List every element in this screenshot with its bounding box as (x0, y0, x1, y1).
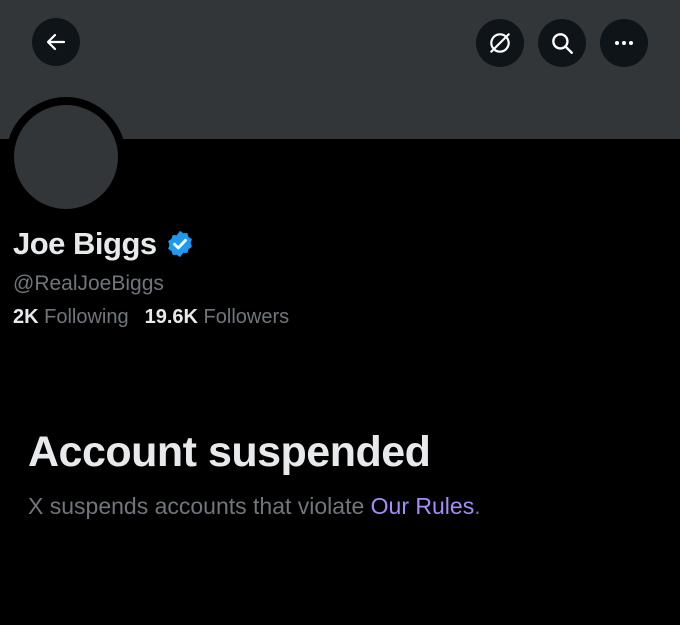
more-dots-icon (615, 41, 633, 45)
following-stat[interactable]: 2K Following (13, 306, 129, 329)
following-count: 2K (13, 306, 45, 328)
search-button[interactable] (538, 19, 586, 67)
search-icon (552, 33, 573, 54)
translate-toggle-button[interactable] (476, 19, 524, 67)
name-row: Joe Biggs (13, 226, 195, 262)
avatar[interactable] (14, 105, 118, 209)
suspended-message-end: . (474, 493, 481, 519)
display-name: Joe Biggs (13, 226, 157, 261)
followers-stat[interactable]: 19.6K Followers (145, 306, 290, 329)
suspended-title: Account suspended (28, 428, 431, 476)
suspended-message-text: X suspends accounts that violate (28, 493, 371, 519)
following-label: Following (44, 306, 129, 328)
our-rules-link[interactable]: Our Rules (371, 493, 475, 519)
translate-off-icon (490, 33, 510, 53)
followers-count: 19.6K (144, 306, 204, 328)
arrow-left-icon (46, 33, 66, 51)
back-button[interactable] (32, 18, 80, 66)
profile-screen: Joe Biggs @RealJoeBiggs 2K Following 19.… (0, 0, 680, 625)
user-handle: @RealJoeBiggs (13, 272, 164, 295)
verified-badge-icon[interactable] (165, 229, 195, 259)
suspended-message: X suspends accounts that violate Our Rul… (28, 493, 481, 520)
followers-label: Followers (203, 306, 290, 328)
follow-stats: 2K Following 19.6K Followers (13, 306, 305, 329)
more-options-button[interactable] (600, 19, 648, 67)
